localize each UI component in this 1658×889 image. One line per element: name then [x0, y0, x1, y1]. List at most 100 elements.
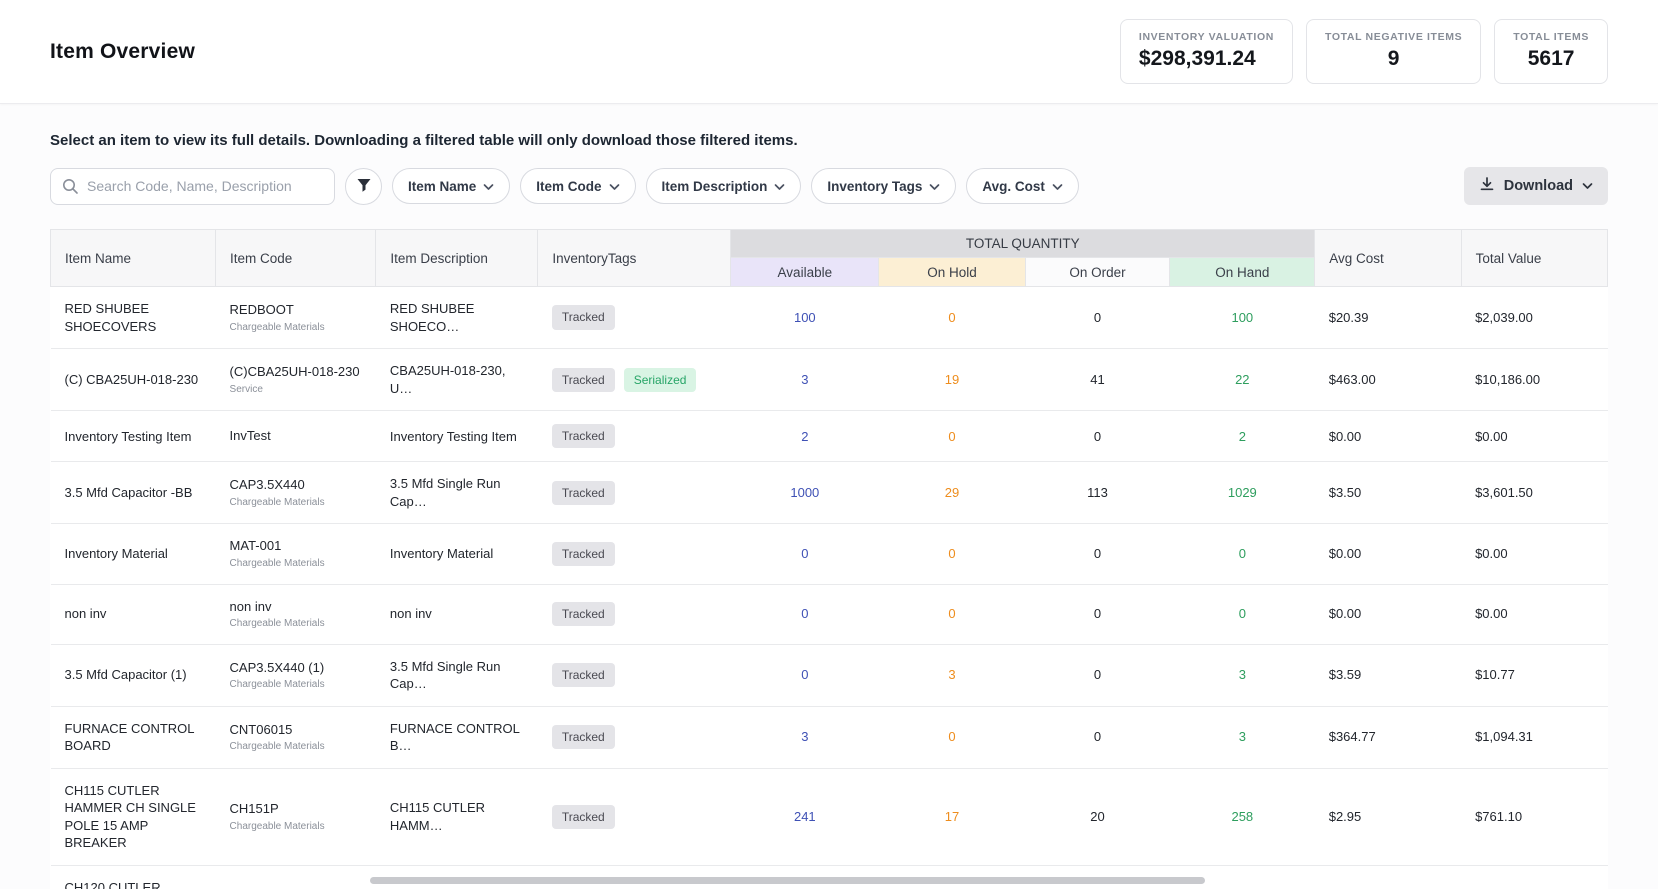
items-table-wrap: Item Name Item Code Item Description Inv… — [50, 229, 1608, 889]
chevron-down-icon — [483, 179, 494, 194]
total-value-cell: $10,186.00 — [1461, 349, 1607, 411]
column-header-on-hand: On Hand — [1170, 258, 1315, 287]
item-name-cell: Inventory Testing Item — [51, 411, 216, 462]
avg-cost-cell: $463.00 — [1315, 349, 1461, 411]
filter-chip-label: Avg. Cost — [982, 179, 1045, 194]
filter-funnel-button[interactable] — [345, 168, 382, 205]
tag-tracked: Tracked — [552, 805, 615, 829]
column-header-item-code: Item Code — [216, 230, 376, 287]
tag-tracked: Tracked — [552, 542, 615, 566]
top-header: Item Overview INVENTORY VALUATION $298,3… — [0, 0, 1658, 104]
on-hold-cell: 0 — [879, 706, 1025, 768]
table-row[interactable]: Inventory Material MAT-001 Chargeable Ma… — [51, 524, 1608, 584]
on-order-cell: 0 — [1025, 287, 1170, 349]
tags-wrap: Tracked — [552, 663, 717, 687]
inventory-tags-cell: Tracked — [538, 462, 731, 524]
chevron-down-icon — [609, 179, 620, 194]
table-row[interactable]: 3.5 Mfd Capacitor -BB CAP3.5X440 Chargea… — [51, 462, 1608, 524]
search-input[interactable] — [50, 168, 335, 205]
horizontal-scrollbar[interactable] — [370, 877, 1205, 884]
tag-tracked: Tracked — [552, 368, 615, 392]
filter-chip-item-code[interactable]: Item Code — [520, 168, 635, 204]
item-code-cell: CNT06015 Chargeable Materials — [216, 706, 376, 768]
item-description-cell: Inventory Testing Item — [376, 411, 538, 462]
search-wrap — [50, 168, 335, 205]
toolbar: Item Name Item Code Item Description Inv… — [50, 167, 1608, 205]
item-code-type: Chargeable Materials — [230, 617, 362, 631]
tag-tracked: Tracked — [552, 725, 615, 749]
download-button[interactable]: Download — [1464, 167, 1608, 205]
filter-chip-inventory-tags[interactable]: Inventory Tags — [811, 168, 956, 204]
table-row[interactable]: non inv non inv Chargeable Materials non… — [51, 584, 1608, 644]
total-value-cell: $0.00 — [1461, 524, 1607, 584]
table-row[interactable]: CH115 CUTLER HAMMER CH SINGLE POLE 15 AM… — [51, 768, 1608, 865]
item-code-text: InvTest — [230, 427, 362, 445]
item-code-text: REDBOOT — [230, 301, 362, 319]
inventory-tags-cell: Tracked — [538, 644, 731, 706]
on-hand-cell: 3 — [1170, 706, 1315, 768]
stat-label: INVENTORY VALUATION — [1139, 31, 1274, 43]
avg-cost-cell: $0.00 — [1315, 411, 1461, 462]
item-description-cell: non inv — [376, 584, 538, 644]
item-code-type: Chargeable Materials — [230, 557, 362, 571]
available-cell: 100 — [731, 287, 879, 349]
on-hand-cell: 2 — [1170, 411, 1315, 462]
stat-card-total-negative-items: TOTAL NEGATIVE ITEMS 9 — [1306, 19, 1481, 84]
tags-wrap: Tracked — [552, 424, 717, 448]
items-table: Item Name Item Code Item Description Inv… — [50, 229, 1608, 889]
avg-cost-cell: $2.95 — [1315, 768, 1461, 865]
chevron-down-icon — [1052, 179, 1063, 194]
table-row[interactable]: (C) CBA25UH-018-230 (C)CBA25UH-018-230 S… — [51, 349, 1608, 411]
on-order-cell: 0 — [1025, 584, 1170, 644]
on-hold-cell: 0 — [879, 584, 1025, 644]
avg-cost-cell: $0.00 — [1315, 524, 1461, 584]
tags-wrap: Tracked — [552, 481, 717, 505]
tag-tracked: Tracked — [552, 663, 615, 687]
column-header-item-name: Item Name — [51, 230, 216, 287]
on-hold-cell: 19 — [879, 349, 1025, 411]
tag-serialized: Serialized — [624, 368, 697, 392]
on-order-cell: 0 — [1025, 524, 1170, 584]
item-code-cell: CAP3.5X440 (1) Chargeable Materials — [216, 644, 376, 706]
filter-chip-label: Item Name — [408, 179, 476, 194]
item-name-cell: RED SHUBEE SHOECOVERS — [51, 287, 216, 349]
item-name-cell: (C) CBA25UH-018-230 — [51, 349, 216, 411]
table-row[interactable]: RED SHUBEE SHOECOVERS REDBOOT Chargeable… — [51, 287, 1608, 349]
inventory-tags-cell: Tracked Serialized — [538, 349, 731, 411]
available-cell: 0 — [731, 584, 879, 644]
available-cell: 3 — [731, 349, 879, 411]
filter-chip-avg-cost[interactable]: Avg. Cost — [966, 168, 1079, 204]
table-row[interactable]: Inventory Testing Item InvTest Inventory… — [51, 411, 1608, 462]
item-code-text: CNT06015 — [230, 721, 362, 739]
item-code-cell: (C)CBA25UH-018-230 Service — [216, 349, 376, 411]
avg-cost-cell: $364.77 — [1315, 706, 1461, 768]
inventory-tags-cell: Tracked — [538, 768, 731, 865]
content-area: Select an item to view its full details.… — [0, 104, 1658, 889]
avg-cost-cell: $0.00 — [1315, 584, 1461, 644]
stats-cards: INVENTORY VALUATION $298,391.24 TOTAL NE… — [1120, 19, 1608, 84]
item-code-text: CAP3.5X440 — [230, 476, 362, 494]
stat-label: TOTAL NEGATIVE ITEMS — [1325, 31, 1462, 43]
download-icon — [1479, 176, 1495, 196]
on-order-cell: 41 — [1025, 349, 1170, 411]
item-code-text: MAT-001 — [230, 537, 362, 555]
filter-chip-item-description[interactable]: Item Description — [646, 168, 802, 204]
table-row[interactable]: FURNACE CONTROL BOARD CNT06015 Chargeabl… — [51, 706, 1608, 768]
filter-chip-label: Item Code — [536, 179, 601, 194]
item-code-type: Service — [230, 383, 362, 397]
item-name-cell: non inv — [51, 584, 216, 644]
item-name-cell: FURNACE CONTROL BOARD — [51, 706, 216, 768]
on-order-cell: 0 — [1025, 644, 1170, 706]
instruction-text: Select an item to view its full details.… — [50, 132, 1608, 149]
page-title: Item Overview — [50, 40, 195, 64]
filter-chip-item-name[interactable]: Item Name — [392, 168, 510, 204]
item-description-cell: CBA25UH-018-230, U… — [376, 349, 538, 411]
table-row[interactable]: 3.5 Mfd Capacitor (1) CAP3.5X440 (1) Cha… — [51, 644, 1608, 706]
item-code-cell: REDBOOT Chargeable Materials — [216, 287, 376, 349]
item-description-cell: Inventory Material — [376, 524, 538, 584]
total-value-cell: $166.32 — [1461, 865, 1607, 889]
stat-value: $298,391.24 — [1139, 47, 1274, 71]
item-name-cell: 3.5 Mfd Capacitor -BB — [51, 462, 216, 524]
item-code-text: CAP3.5X440 (1) — [230, 659, 362, 677]
column-header-on-hold: On Hold — [879, 258, 1025, 287]
